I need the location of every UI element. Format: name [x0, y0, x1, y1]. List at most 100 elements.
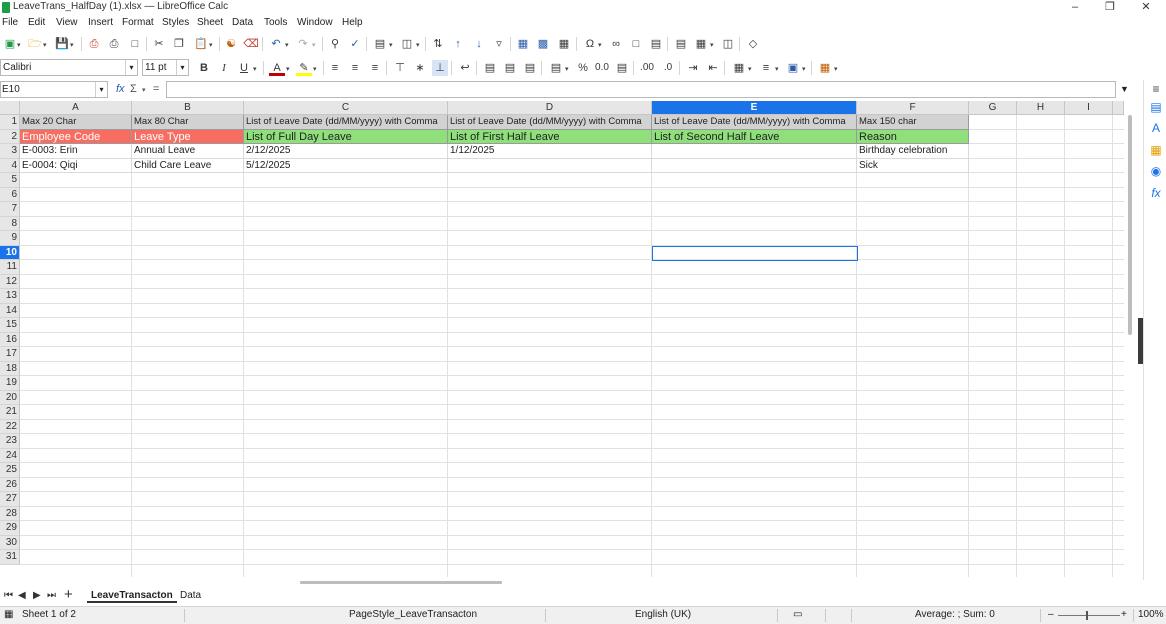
copy-icon[interactable]: ❐	[171, 36, 187, 52]
highlight-color-icon[interactable]: ✎	[296, 60, 312, 76]
tab-leavetransacton[interactable]: LeaveTransacton	[87, 590, 177, 603]
row-header-23[interactable]: 23	[0, 434, 20, 449]
add-sheet-icon[interactable]: +	[64, 586, 73, 603]
spreadsheet-grid[interactable]: A B C D E F G H I 1 2 3 4 5 6 7 8 9 10 11 12 13 14 15 1…	[0, 101, 1124, 577]
number-format-icon[interactable]: 0.0	[594, 60, 610, 76]
zoom-level[interactable]: 100%	[1138, 609, 1164, 620]
zoom-slider-handle[interactable]	[1086, 611, 1088, 620]
row-header-19[interactable]: 19	[0, 376, 20, 391]
cell-f3[interactable]: Birthday celebration	[857, 144, 969, 159]
insert-image-icon[interactable]: ▦	[515, 36, 531, 52]
font-size-dropdown-icon[interactable]: ▾	[176, 60, 188, 75]
formula-input[interactable]	[166, 81, 1116, 98]
sort-descending-icon[interactable]: ↓	[471, 36, 487, 52]
previous-sheet-icon[interactable]: ◀	[18, 590, 26, 601]
cell-b2[interactable]: Leave Type	[132, 129, 244, 144]
tab-data[interactable]: Data	[176, 590, 205, 601]
increase-indent-icon[interactable]: ⇥	[685, 60, 701, 76]
menu-tools[interactable]: Tools	[264, 17, 287, 28]
document-modified-icon[interactable]: ▦	[4, 609, 13, 620]
cell-d3[interactable]: 1/12/2025	[448, 144, 652, 159]
horizontal-scrollbar[interactable]	[0, 578, 1124, 587]
menu-window[interactable]: Window	[297, 17, 333, 28]
conditional-format-dropdown-icon[interactable]: ▾	[834, 65, 838, 73]
special-character-icon[interactable]: Ω	[582, 36, 598, 52]
menu-styles[interactable]: Styles	[162, 17, 189, 28]
column-icon[interactable]: ◫	[399, 36, 415, 52]
column-header-partial[interactable]	[1113, 101, 1124, 115]
menu-data[interactable]: Data	[232, 17, 253, 28]
open-dropdown-icon[interactable]: ▾	[43, 41, 47, 49]
row-header-5[interactable]: 5	[0, 173, 20, 188]
cell-d1[interactable]: List of Leave Date (dd/MM/yyyy) with Com…	[448, 115, 652, 130]
align-bottom-icon[interactable]: ⊥	[432, 60, 448, 76]
row-header-14[interactable]: 14	[0, 303, 20, 318]
column-header-i[interactable]: I	[1065, 101, 1113, 115]
navigator-icon[interactable]: ◉	[1148, 163, 1164, 179]
row-header-28[interactable]: 28	[0, 506, 20, 521]
new-document-icon[interactable]: ▣	[2, 36, 18, 52]
name-box[interactable]: E10 ▾	[0, 81, 108, 98]
merge-center-icon[interactable]: ▤	[482, 60, 498, 76]
highlight-dropdown-icon[interactable]: ▾	[313, 65, 317, 73]
sort-ascending-icon[interactable]: ↑	[450, 36, 466, 52]
cell-d2[interactable]: List of First Half Leave	[448, 129, 652, 144]
row-header-25[interactable]: 25	[0, 463, 20, 478]
conditional-format-icon[interactable]: ▦	[817, 60, 833, 76]
function-wizard-icon[interactable]: fx	[116, 83, 125, 95]
page-style[interactable]: PageStyle_LeaveTransacton	[349, 609, 477, 620]
align-left-icon[interactable]: ≡	[327, 60, 343, 76]
define-print-area-icon[interactable]: ▤	[673, 36, 689, 52]
row-header-22[interactable]: 22	[0, 419, 20, 434]
vertical-scrollbar[interactable]	[1124, 101, 1136, 577]
add-decimal-icon[interactable]: .00	[639, 60, 655, 76]
row-header-13[interactable]: 13	[0, 289, 20, 304]
menu-file[interactable]: File	[2, 17, 18, 28]
cell-a1[interactable]: Max 20 Char	[20, 115, 132, 130]
font-name-box[interactable]: Calibri ▾	[0, 59, 138, 76]
row-icon[interactable]: ▤	[372, 36, 388, 52]
save-icon[interactable]: 💾	[54, 36, 70, 52]
row-header-11[interactable]: 11	[0, 260, 20, 275]
align-center-icon[interactable]: ≡	[347, 60, 363, 76]
cell-a4[interactable]: E-0004: Qiqi	[20, 158, 132, 173]
border-color-dropdown-icon[interactable]: ▾	[802, 65, 806, 73]
language[interactable]: English (UK)	[635, 609, 691, 620]
border-style-dropdown-icon[interactable]: ▾	[775, 65, 779, 73]
cell-f2[interactable]: Reason	[857, 129, 969, 144]
zoom-in-icon[interactable]: +	[1121, 609, 1127, 620]
row-header-24[interactable]: 24	[0, 448, 20, 463]
gallery-icon[interactable]: ▦	[1148, 142, 1164, 158]
sum-dropdown-icon[interactable]: ▾	[142, 86, 146, 94]
redo-icon[interactable]: ↷	[295, 36, 311, 52]
row-header-31[interactable]: 31	[0, 550, 20, 565]
row-header-29[interactable]: 29	[0, 521, 20, 536]
show-draw-functions-icon[interactable]: ◇	[745, 36, 761, 52]
close-icon[interactable]: ✕	[1131, 0, 1161, 16]
row-header-9[interactable]: 9	[0, 231, 20, 246]
row-header-21[interactable]: 21	[0, 405, 20, 420]
zoom-slider[interactable]	[1058, 615, 1120, 616]
date-format-icon[interactable]: ▤	[614, 60, 630, 76]
cell-e1[interactable]: List of Leave Date (dd/MM/yyyy) with Com…	[652, 115, 857, 130]
font-name-dropdown-icon[interactable]: ▾	[125, 60, 137, 75]
merge-cells-icon[interactable]: ▤	[502, 60, 518, 76]
next-sheet-icon[interactable]: ▶	[33, 590, 41, 601]
find-replace-icon[interactable]: ⚲	[327, 36, 343, 52]
cut-icon[interactable]: ✂	[151, 36, 167, 52]
borders-icon[interactable]: ▦	[731, 60, 747, 76]
select-all-corner[interactable]	[0, 101, 20, 115]
expand-formula-bar-icon[interactable]: ▼	[1120, 84, 1129, 94]
print-icon[interactable]: ⎙	[106, 36, 122, 52]
cell-d4[interactable]	[448, 158, 652, 173]
row-header-6[interactable]: 6	[0, 187, 20, 202]
freeze-rows-columns-icon[interactable]: ▦	[693, 36, 709, 52]
paste-dropdown-icon[interactable]: ▾	[209, 41, 213, 49]
unmerge-cells-icon[interactable]: ▤	[522, 60, 538, 76]
selected-cell-e10[interactable]	[652, 245, 858, 261]
border-color-icon[interactable]: ▣	[785, 60, 801, 76]
last-sheet-icon[interactable]: ⏭	[47, 590, 56, 601]
row-header-16[interactable]: 16	[0, 332, 20, 347]
column-header-h[interactable]: H	[1017, 101, 1065, 115]
cell-a2[interactable]: Employee Code	[20, 129, 132, 144]
